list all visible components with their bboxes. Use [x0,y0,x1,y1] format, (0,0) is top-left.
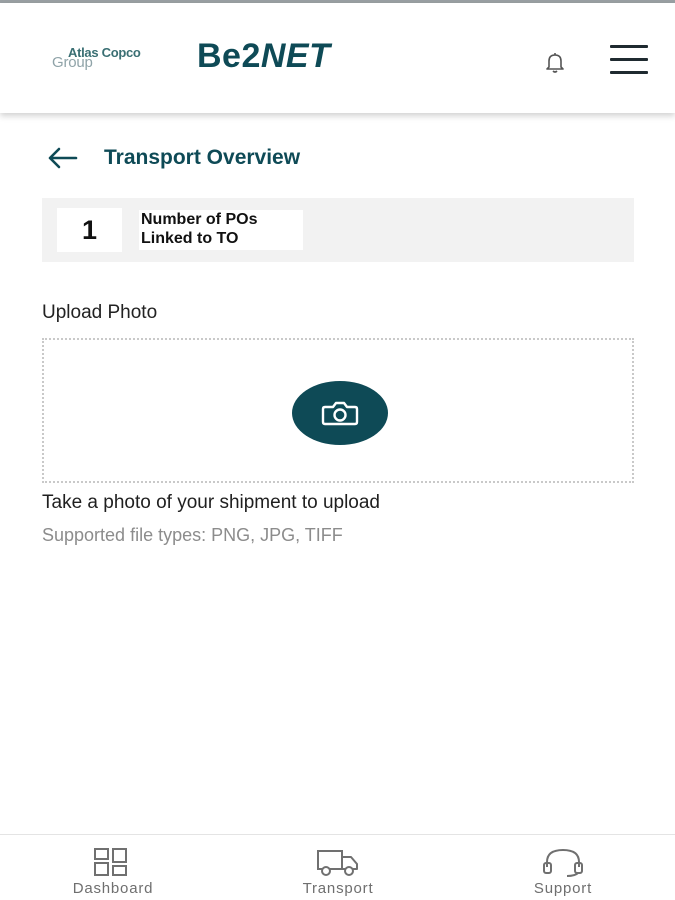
dashboard-grid-icon [94,848,127,876]
logo-line-2: Group [52,54,93,71]
brand-suffix: NET [260,37,331,75]
upload-photo-label: Upload Photo [42,302,158,323]
app-brand: Be2NET [197,37,330,76]
brand-prefix: Be2 [197,37,261,75]
bell-icon[interactable] [540,47,570,77]
camera-button[interactable] [292,381,388,445]
po-label-line-1: Number of POs [141,211,258,228]
po-summary-card: 1 Number of POs Linked to TO [42,198,634,262]
po-label-line-2: Linked to TO [141,230,239,247]
truck-icon [317,850,358,876]
page-title: Transport Overview [104,146,301,169]
bottom-navigation: Dashboard Transport Support [0,834,675,900]
nav-item-dashboard[interactable]: Dashboard [38,835,188,900]
po-count-label: Number of POs Linked to TO [139,210,303,250]
nav-label-dashboard: Dashboard [72,880,154,897]
atlas-copco-logo: Atlas Copco Group [52,43,172,73]
nav-label-support: Support [533,880,593,897]
hamburger-menu-icon[interactable] [610,43,650,77]
headset-icon [543,848,583,877]
camera-icon [321,401,359,426]
nav-item-support[interactable]: Support [488,835,638,900]
supported-file-types: Supported file types: PNG, JPG, TIFF [42,525,343,545]
arrow-left-icon[interactable] [46,146,80,170]
po-count: 1 [57,208,122,252]
nav-label-transport: Transport [302,880,374,897]
nav-item-transport[interactable]: Transport [263,835,413,900]
upload-hint: Take a photo of your shipment to upload [42,492,381,513]
app-header: Atlas Copco Group Be2NET [0,3,675,113]
photo-drop-zone[interactable] [42,338,634,483]
